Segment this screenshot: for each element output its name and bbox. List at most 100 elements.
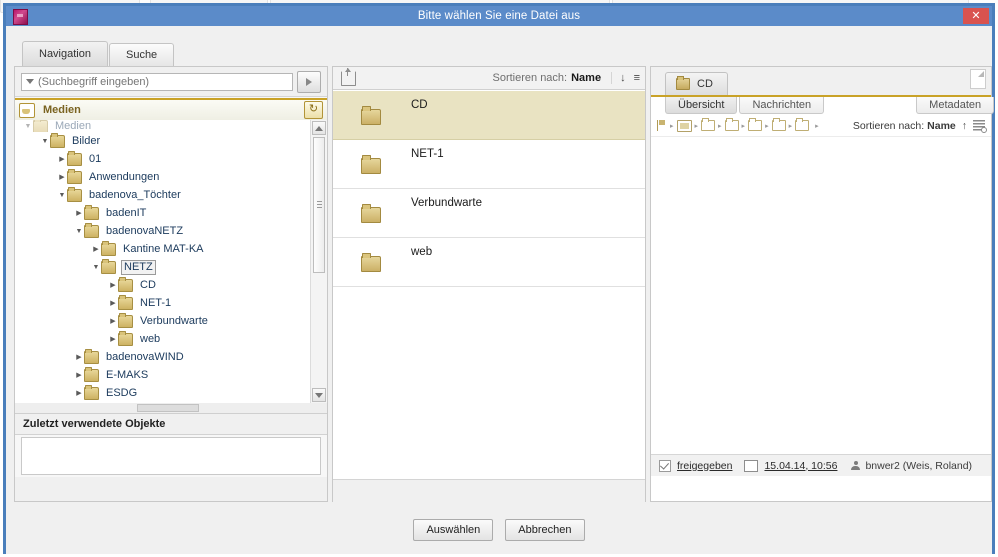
folder-tree: ▼ Medien ▼ Bilder ▶ 01 ▶ Anwendungen ▼ badenova_T… [15,120,327,404]
chevron-right-icon[interactable]: ▶ [74,353,84,361]
chevron-down-icon[interactable] [26,79,34,84]
search-submit-button[interactable] [297,70,321,93]
view-mode-button[interactable]: ≡ [634,72,641,84]
tree-node-label: badenovaWIND [106,351,184,363]
subtab-metadaten[interactable]: Metadaten [916,97,995,114]
chevron-right-icon[interactable]: ▶ [74,389,84,397]
file-list-footer [333,479,645,502]
tree-node-label: CD [140,279,156,291]
detail-tab-cd[interactable]: CD [665,72,728,95]
chevron-down-icon[interactable]: ▼ [91,264,101,271]
file-row[interactable]: Verbundwarte [333,189,645,238]
breadcrumb-folder-icon[interactable] [701,118,716,131]
view-settings-icon[interactable] [973,120,987,133]
tree-node[interactable]: ▶ badenovaWIND [15,348,311,366]
recent-objects-header: Zuletzt verwendete Objekte [15,414,327,435]
chevron-right-icon[interactable]: ▶ [57,155,67,163]
page-icon[interactable] [970,69,986,89]
chevron-right-icon[interactable]: ▶ [108,281,118,289]
breadcrumb-folder-icon[interactable] [795,118,810,131]
tree-node[interactable]: ▶ 01 [15,150,311,168]
dialog-body: NavigationSuche Medien ↻ ▼ Medien ▼ [6,26,995,554]
tree-node-label: ESDG [106,387,138,399]
root-icon[interactable] [657,120,666,131]
scroll-down-button[interactable] [312,388,326,402]
status-date[interactable]: 15.04.14, 10:56 [764,460,837,472]
close-button[interactable]: ✕ [963,8,989,24]
monitor-icon[interactable] [676,119,692,132]
sort-label: Sortieren nach: [492,72,568,84]
upload-icon[interactable] [341,67,356,86]
sort-control: Sortieren nach: Name [493,72,602,84]
tree-node[interactable]: ▶ ESDG [15,384,311,402]
cancel-button[interactable]: Abbrechen [505,519,585,541]
tree-node-label: E-MAKS [106,369,149,381]
chevron-down-icon[interactable]: ▼ [40,138,50,145]
tab-suche[interactable]: Suche [108,43,175,66]
released-checkbox[interactable] [659,459,671,472]
tree-node[interactable]: ▼ NETZ [15,258,311,276]
tree-node[interactable]: ▶ web [15,330,311,348]
tree-node[interactable]: ▶ Verbundwarte [15,312,311,330]
tree-node-label: Bilder [72,135,101,147]
sort-value[interactable]: Name [571,72,601,84]
chevron-down-icon[interactable]: ▼ [74,228,84,235]
select-button[interactable]: Auswählen [413,519,494,541]
app-icon [13,9,28,25]
chevron-right-icon[interactable]: ▶ [108,335,118,343]
folder-icon [84,348,99,364]
chevron-right-icon[interactable]: ▶ [108,317,118,325]
scroll-up-button[interactable] [312,121,326,135]
tree-node[interactable]: ▶ E-MAKS [15,366,311,384]
breadcrumb-folder-icon[interactable] [748,118,763,131]
refresh-button[interactable]: ↻ [304,101,323,119]
tree-node[interactable]: ▼ badenova_Töchter [15,186,311,204]
detail-sort-value[interactable]: Name [927,120,956,132]
search-input[interactable] [21,72,293,91]
tree-node[interactable]: ▶ badenIT [15,204,311,222]
breadcrumb-folder-icon[interactable] [724,118,739,131]
breadcrumb-separator: ▸ [718,122,722,130]
h-scrollbar-thumb[interactable] [137,404,199,412]
recent-objects-list[interactable] [21,437,321,475]
chevron-down-icon[interactable]: ▼ [57,192,67,199]
chevron-right-icon[interactable]: ▶ [57,173,67,181]
chevron-right-icon[interactable]: ▶ [91,245,101,253]
folder-icon [118,312,133,328]
chevron-right-icon[interactable]: ▶ [74,209,84,217]
subtab-bersicht[interactable]: Übersicht [665,97,738,114]
search-row [15,67,327,97]
scrollbar-thumb[interactable] [313,137,325,273]
chevron-right-icon[interactable]: ▶ [108,299,118,307]
tree-node[interactable]: ▶ NET-1 [15,294,311,312]
chevron-down-icon[interactable]: ▼ [23,123,33,130]
media-root-label: Medien [43,104,81,116]
user-icon [851,460,861,471]
tree-vertical-scrollbar[interactable] [310,120,327,403]
tree-node[interactable]: ▶ Kantine MAT-KA [15,240,311,258]
detail-sort-direction-button[interactable]: ↑ [962,120,967,132]
media-root-header: Medien ↻ [15,98,327,120]
dialog-title-bar: Bitte wählen Sie eine Datei aus ✕ [6,6,992,26]
breadcrumb-folder-icon[interactable] [771,118,786,131]
tree-node-label: 01 [89,153,102,165]
file-row[interactable]: NET-1 [333,140,645,189]
main-tab-bar: Navigation Suche [22,41,175,66]
file-row[interactable]: web [333,238,645,287]
status-state-label[interactable]: freigegeben [677,460,732,472]
folder-icon [101,240,116,256]
tree-node[interactable]: ▼ Bilder [15,132,311,150]
subtab-nachrichten[interactable]: Nachrichten [739,97,825,114]
tree-node[interactable]: ▼ badenovaNETZ [15,222,311,240]
chevron-right-icon[interactable]: ▶ [74,371,84,379]
tree-horizontal-scrollbar[interactable] [15,403,327,414]
sort-direction-button[interactable]: ↓ [611,72,626,84]
tree-node[interactable]: ▶ CD [15,276,311,294]
detail-pane: CD Übersicht Nachrichten Metadaten ▸ ▸ ▸ ▸ ▸ ▸… [650,66,995,502]
tab-navigation[interactable]: Navigation [22,41,108,66]
tree-node-label: NETZ [121,259,156,275]
file-row[interactable]: CD [333,91,645,140]
folder-icon [676,76,690,90]
tree-node[interactable]: ▼ Medien [15,120,311,132]
tree-node[interactable]: ▶ Anwendungen [15,168,311,186]
